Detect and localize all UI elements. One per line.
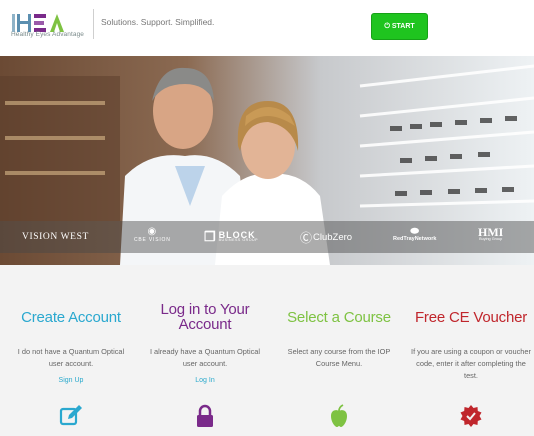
- cube-icon: ❒: [204, 229, 217, 244]
- apple-icon[interactable]: [327, 404, 351, 428]
- sign-up-link[interactable]: Sign Up: [4, 377, 138, 384]
- log-in-link[interactable]: Log In: [138, 377, 272, 384]
- partner-redtray-label: RedTrayNetwork: [393, 236, 437, 242]
- start-button-label: START: [391, 23, 415, 30]
- start-button[interactable]: ⏻ START: [371, 13, 428, 40]
- partner-vision-west: VISION WEST: [22, 232, 89, 242]
- partner-redtraynetwork: ⬬ RedTrayNetwork: [393, 227, 436, 247]
- ce-voucher-title[interactable]: Free CE Voucher: [404, 310, 534, 325]
- eye-icon: ◉: [147, 226, 158, 237]
- badge-icon[interactable]: [459, 404, 483, 428]
- c-logo-icon: Ⓒ: [300, 230, 313, 245]
- select-course-title[interactable]: Select a Course: [272, 310, 406, 325]
- edit-icon[interactable]: [59, 404, 83, 428]
- partner-cbe-label: CBE VISION: [134, 237, 171, 243]
- hero-banner: VISION WEST ◉ CBE VISION ❒ BLOCK BUSINES…: [0, 56, 534, 265]
- site-header: Healthy Eyes Advantage Solutions. Suppor…: [0, 0, 534, 56]
- tray-icon: ⬬: [410, 226, 419, 237]
- lock-icon[interactable]: [193, 404, 217, 428]
- select-course-description: Select any course from the IOP Course Me…: [287, 347, 391, 368]
- create-account-title[interactable]: Create Account: [4, 310, 138, 325]
- log-in-description: I already have a Quantum Optical user ac…: [149, 347, 261, 368]
- partner-logo-bar: VISION WEST ◉ CBE VISION ❒ BLOCK BUSINES…: [0, 221, 534, 253]
- logo-subtitle: Healthy Eyes Advantage: [11, 31, 85, 38]
- partner-block: ❒ BLOCK BUSINESS GROUP: [204, 227, 258, 247]
- partner-clubzero: Ⓒ ClubZero: [300, 227, 352, 247]
- log-in-title[interactable]: Log in to Your Account: [138, 302, 272, 332]
- features-section: Create Account I do not have a Quantum O…: [0, 265, 534, 436]
- partner-clubzero-label: ClubZero: [313, 231, 353, 243]
- power-icon: ⏻: [384, 22, 390, 30]
- partner-block-sub: BUSINESS GROUP: [218, 238, 259, 243]
- partner-hmi: HMI Buying Group: [478, 226, 503, 247]
- partner-hmi-sub: Buying Group: [479, 236, 503, 241]
- partner-cbe-vision: ◉ CBE VISION: [134, 227, 171, 247]
- header-tagline: Solutions. Support. Simplified.: [101, 17, 215, 27]
- header-divider: [93, 9, 94, 39]
- create-account-description: I do not have a Quantum Optical user acc…: [17, 347, 125, 368]
- ce-voucher-description: If you are using a coupon or voucher cod…: [411, 347, 531, 380]
